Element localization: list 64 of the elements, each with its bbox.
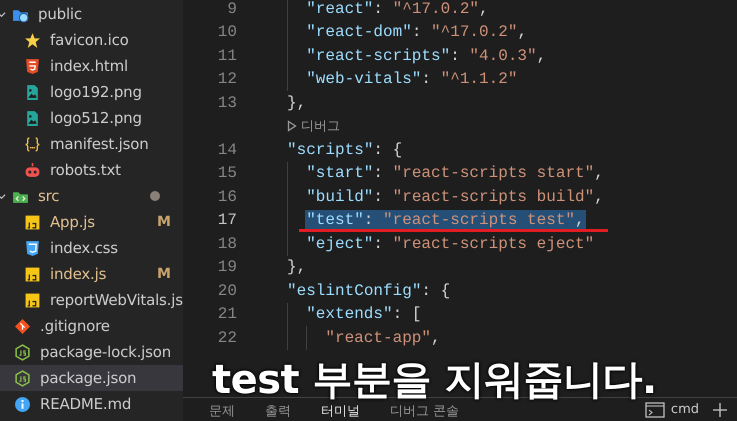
code-line: "scripts": { <box>287 140 402 159</box>
js-file-icon <box>24 214 41 230</box>
code-line: "start": "react-scripts start", <box>306 164 604 182</box>
line-number: 11 <box>216 46 237 65</box>
file-row[interactable]: manifest.json <box>0 131 183 157</box>
modified-label: M <box>157 266 172 282</box>
file-row[interactable]: .gitignore <box>0 313 183 339</box>
terminal-icon[interactable] <box>644 402 665 418</box>
code-line: "eslintConfig": { <box>287 282 450 300</box>
play-icon[interactable] <box>287 120 297 132</box>
robot-icon <box>24 162 41 178</box>
file-row[interactable]: logo192.png <box>0 79 183 105</box>
file-row[interactable]: README.md <box>0 391 183 417</box>
file-row[interactable]: package.json <box>0 365 183 391</box>
file-row[interactable]: logo512.png <box>0 105 183 131</box>
hexagon-icon <box>14 344 31 360</box>
image-file-icon <box>24 110 41 126</box>
folder-row[interactable]: src <box>0 183 183 209</box>
file-row[interactable]: package-lock.json <box>0 339 183 365</box>
line-number: 15 <box>216 164 237 182</box>
code-line: "extends": [ <box>306 305 422 324</box>
file-row[interactable]: favicon.ico <box>0 27 183 53</box>
file-row[interactable]: App.js M <box>0 209 183 235</box>
line-number: 20 <box>216 282 237 300</box>
hexagon-icon <box>14 370 31 386</box>
image-file-icon <box>24 84 41 100</box>
info-icon <box>14 396 31 412</box>
plus-icon[interactable] <box>713 402 727 416</box>
line-number: 18 <box>216 234 237 253</box>
folder-row[interactable]: public <box>0 1 183 27</box>
file-row[interactable]: index.html <box>0 53 183 79</box>
line-number: 21 <box>216 305 237 324</box>
code-line: "eject": "react-scripts eject" <box>306 234 594 253</box>
line-number: 16 <box>216 188 237 206</box>
star-icon <box>24 32 41 48</box>
file-row[interactable]: reportWebVitals.js <box>0 287 183 313</box>
modified-dot <box>150 191 160 201</box>
code-line: "react-scripts": "4.0.3", <box>306 46 546 65</box>
line-number: 14 <box>216 140 237 159</box>
code-line: "react-dom": "^17.0.2", <box>306 23 528 42</box>
code-line: }, <box>287 94 306 112</box>
braces-icon <box>24 136 41 152</box>
js-file-icon <box>24 266 41 282</box>
code-line: "react-app", <box>325 328 441 347</box>
debug-codelens-link[interactable]: 디버그 <box>301 117 340 136</box>
line-number: 17 <box>216 211 237 230</box>
css-shield-icon <box>24 240 41 256</box>
line-number: 19 <box>216 258 237 276</box>
line-number: 9 <box>226 0 237 18</box>
html-shield-icon <box>24 58 41 74</box>
js-file-icon <box>24 292 41 308</box>
code-line: "react": "^17.0.2", <box>306 0 489 18</box>
terminal-name[interactable]: cmd <box>670 402 699 417</box>
code-line: "build": "react-scripts build", <box>306 188 604 206</box>
code-line: }, <box>287 258 306 276</box>
code-line: "web-vitals": "^1.1.2" <box>306 70 518 88</box>
file-row[interactable]: robots.txt <box>0 157 183 183</box>
line-number: 22 <box>216 328 237 347</box>
line-number: 13 <box>216 94 237 112</box>
file-row[interactable]: index.css <box>0 235 183 261</box>
file-row[interactable]: index.js M <box>0 261 183 287</box>
modified-label: M <box>157 214 172 230</box>
line-number: 10 <box>216 23 237 42</box>
line-number: 12 <box>216 70 237 88</box>
